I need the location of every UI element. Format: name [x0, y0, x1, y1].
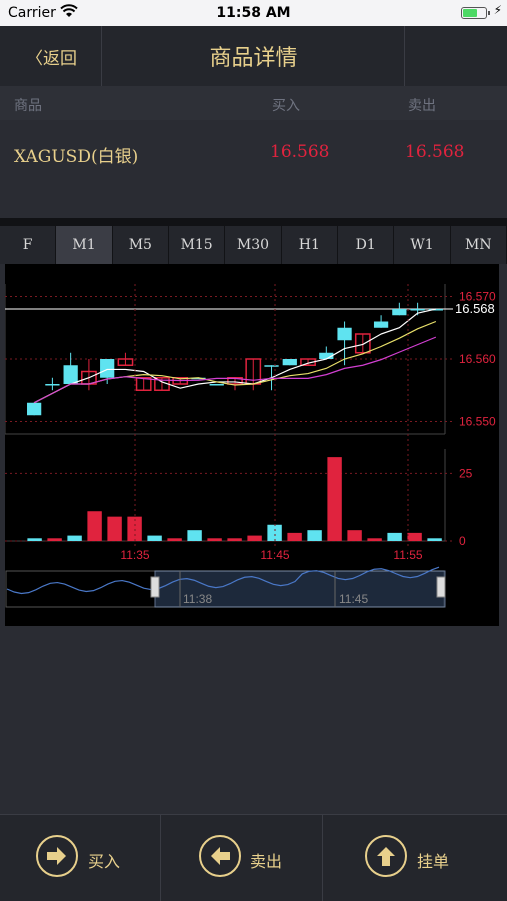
quote-row: XAGUSD(白银) 16.568 16.568: [0, 120, 507, 218]
symbol-name: XAGUSD(白银): [14, 147, 139, 167]
volume-bar: [147, 535, 162, 541]
tab-h1[interactable]: H1: [282, 226, 338, 264]
time-axis-label: 11:55: [393, 548, 422, 562]
volume-bar: [167, 538, 182, 541]
candle: [337, 327, 352, 341]
volume-bar: [227, 538, 242, 541]
divider: [0, 218, 507, 226]
navigator-handle[interactable]: [150, 576, 160, 598]
trade-bar: 买入 卖出 挂单: [0, 814, 507, 901]
volume-bar: [307, 530, 322, 541]
tab-m30[interactable]: M30: [225, 226, 282, 264]
navigator-time-label: 11:38: [183, 592, 212, 606]
charging-icon: ⚡: [493, 3, 502, 17]
volume-bar: [207, 538, 222, 541]
navigator-handle[interactable]: [436, 576, 446, 598]
header-buy: 买入: [272, 98, 300, 114]
candle: [209, 384, 224, 386]
volume-bar: [47, 538, 62, 541]
candle: [410, 309, 425, 311]
volume-axis-label: 25: [459, 466, 473, 480]
volume-bar: [387, 532, 402, 541]
tab-m15[interactable]: M15: [169, 226, 226, 264]
buy-button[interactable]: 买入: [0, 815, 160, 901]
header-sell: 卖出: [408, 98, 436, 114]
page-title: 商品详情: [209, 46, 298, 71]
arrow-left-icon: [199, 835, 241, 877]
sell-button-label: 卖出: [250, 852, 283, 871]
candlestick-chart[interactable]: 16.570 16.560 16.550 16.568 25 0 11:35 11:45 11:…: [5, 264, 499, 626]
order-button[interactable]: 挂单: [323, 815, 483, 901]
chart-svg: 16.57016.56016.55016.56825011:35 11:45 11:…: [5, 284, 496, 608]
nav-divider: [101, 26, 102, 86]
time-axis-label: 11:45: [260, 548, 289, 562]
moving-average-line: [33, 336, 437, 404]
candle: [264, 365, 279, 367]
clock: 11:58 AM: [216, 5, 291, 21]
timeframe-tabs: F M1 M5 M15 M30 H1 D1 W1 MN: [0, 226, 507, 264]
price-axis-label: 16.550: [459, 415, 496, 429]
navigator-time-label: 11:45: [339, 592, 368, 606]
tab-m1[interactable]: M1: [56, 226, 113, 264]
nav-bar: 〈返回 商品详情: [0, 26, 507, 87]
arrow-right-icon: [36, 835, 78, 877]
candle: [45, 384, 60, 386]
volume-bar: [287, 532, 302, 541]
moving-average-line: [33, 320, 437, 404]
time-axis-label: 11:35: [120, 548, 149, 562]
candle: [27, 402, 42, 416]
tab-m5[interactable]: M5: [113, 226, 169, 264]
quote-table-header: 商品 买入 卖出: [0, 86, 507, 120]
buy-button-label: 买入: [88, 852, 121, 871]
volume-bar: [367, 538, 382, 541]
volume-bar: [327, 457, 342, 541]
price-axis-label: 16.560: [459, 352, 496, 366]
volume-bar: [267, 524, 282, 541]
tab-w1[interactable]: W1: [394, 226, 451, 264]
arrow-up-icon: [365, 835, 407, 877]
volume-bar: [347, 530, 362, 541]
candle: [373, 321, 389, 328]
volume-bar: [407, 532, 422, 541]
candle: [63, 365, 78, 384]
volume-bar: [67, 535, 82, 541]
status-bar: Carrier 11:58 AM ⚡: [0, 0, 507, 26]
volume-bar: [87, 511, 102, 541]
sell-price: 16.568: [405, 142, 465, 162]
volume-bar: [427, 538, 442, 541]
sell-button[interactable]: 卖出: [161, 815, 321, 901]
volume-bar: [187, 530, 202, 541]
buy-price: 16.568: [270, 142, 330, 162]
last-price-label: 16.568: [455, 301, 495, 316]
battery-icon: [461, 7, 490, 19]
volume-axis-label: 0: [459, 534, 466, 548]
order-button-label: 挂单: [417, 852, 450, 871]
nav-divider: [404, 26, 405, 86]
volume-bar: [247, 535, 262, 541]
volume-bar: [107, 516, 122, 541]
header-product: 商品: [14, 98, 42, 114]
candle: [282, 359, 297, 366]
tab-mn[interactable]: MN: [451, 226, 507, 264]
tab-d1[interactable]: D1: [338, 226, 395, 264]
candle: [392, 309, 407, 316]
candle: [100, 359, 115, 378]
tab-f[interactable]: F: [0, 226, 57, 264]
volume-bar: [27, 538, 42, 541]
